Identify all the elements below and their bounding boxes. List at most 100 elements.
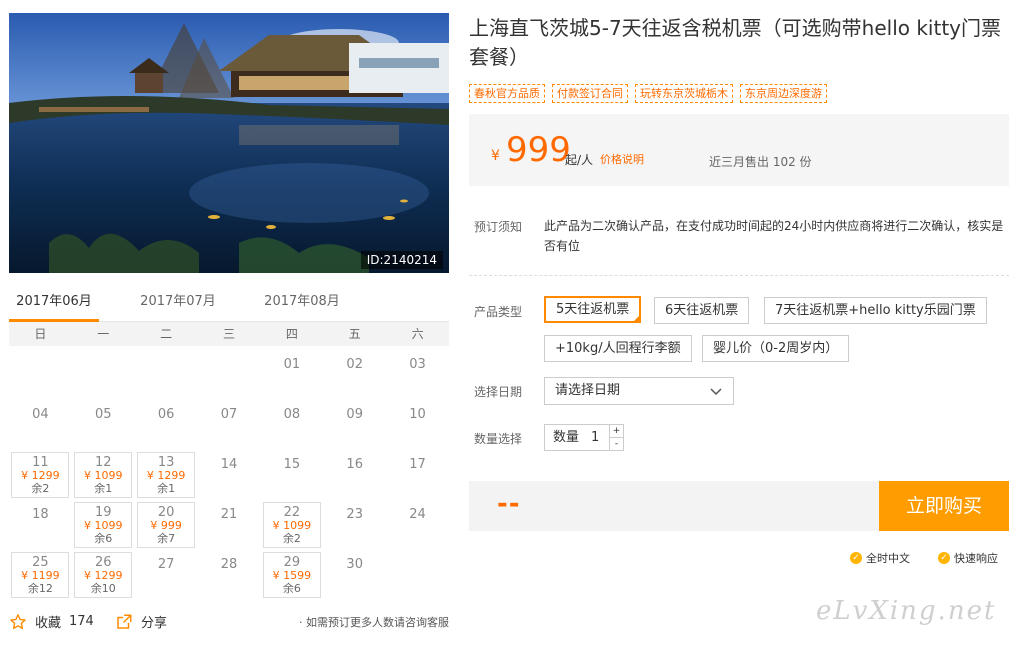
calendar-day-available[interactable]: 11 ¥ 1299 余2 bbox=[11, 452, 70, 498]
day-number: 06 bbox=[157, 407, 175, 422]
quantity-stepper[interactable]: 数量 1 + - bbox=[544, 424, 624, 451]
day-number: 25 bbox=[32, 555, 49, 570]
day-number: 21 bbox=[220, 507, 238, 522]
day-number: 09 bbox=[346, 407, 363, 422]
calendar-day: 15 bbox=[261, 450, 323, 500]
check-icon: ✓ bbox=[850, 552, 862, 564]
weekday-header: 日 一 二 三 四 五 六 bbox=[9, 322, 449, 346]
day-number: 05 bbox=[95, 407, 112, 422]
calendar-day-available[interactable]: 26 ¥ 1299 余10 bbox=[74, 552, 133, 598]
quantity-value[interactable]: 1 bbox=[591, 425, 599, 450]
option-6day[interactable]: 6天往返机票 bbox=[654, 297, 750, 324]
day-remaining: 余6 bbox=[94, 532, 113, 545]
product-title: 上海直飞茨城5-7天往返含税机票（可选购带hello kitty门票套餐） bbox=[469, 16, 1002, 69]
buy-now-button[interactable]: 立即购买 bbox=[879, 481, 1009, 531]
option-5day[interactable]: 5天往返机票 bbox=[544, 296, 642, 323]
price-explain-link[interactable]: 价格说明 bbox=[600, 151, 644, 167]
day-price: ¥ 1099 bbox=[272, 519, 312, 532]
quantity-label: 数量选择 bbox=[474, 432, 523, 446]
calendar-day-available[interactable]: 19 ¥ 1099 余6 bbox=[74, 502, 133, 548]
option-7day-kitty[interactable]: 7天往返机票+hello kitty乐园门票 bbox=[764, 297, 987, 324]
weekday-tue: 二 bbox=[160, 327, 173, 341]
day-number: 20 bbox=[157, 505, 175, 520]
calendar-day: 04 bbox=[9, 400, 71, 450]
day-remaining: 余2 bbox=[31, 482, 50, 495]
service-label: 快速响应 bbox=[954, 552, 998, 565]
quantity-increment-button[interactable]: + bbox=[609, 425, 623, 438]
day-number: 04 bbox=[32, 407, 49, 422]
day-number: 08 bbox=[283, 407, 301, 422]
weekday-mon: 一 bbox=[97, 327, 110, 341]
date-label: 选择日期 bbox=[474, 385, 523, 399]
day-remaining: 余12 bbox=[27, 582, 53, 595]
day-remaining: 余1 bbox=[94, 482, 113, 495]
contact-service-link[interactable]: · 如需预订更多人数请咨询客服 bbox=[299, 614, 449, 630]
day-number: 16 bbox=[346, 457, 363, 472]
price-value: 999 bbox=[506, 130, 571, 170]
tab-month-07[interactable]: 2017年07月 bbox=[133, 288, 223, 322]
calendar-day: 27 bbox=[135, 550, 197, 600]
weekday-sun: 日 bbox=[34, 327, 47, 341]
calendar-day-available[interactable]: 20 ¥ 999 余7 bbox=[137, 502, 196, 548]
calendar-day-available[interactable]: 25 ¥ 1199 余12 bbox=[11, 552, 70, 598]
day-number: 28 bbox=[220, 557, 238, 572]
calendar-day: 09 bbox=[324, 400, 386, 450]
price-panel: ¥ 999 起/人 价格说明 近三月售出 102 份 bbox=[469, 114, 1009, 186]
day-number: 15 bbox=[283, 457, 301, 472]
day-number: 07 bbox=[220, 407, 238, 422]
product-type-label: 产品类型 bbox=[474, 305, 523, 319]
action-bar: 收藏 174 分享 · 如需预订更多人数请咨询客服 bbox=[9, 608, 449, 636]
calendar-day: 16 bbox=[324, 450, 386, 500]
tab-month-06[interactable]: 2017年06月 bbox=[9, 288, 99, 322]
day-price: ¥ 1099 bbox=[84, 469, 123, 482]
calendar-day-available[interactable]: 13 ¥ 1299 余1 bbox=[137, 452, 196, 498]
day-number: 30 bbox=[346, 557, 363, 572]
favorite-button[interactable]: 收藏 174 bbox=[9, 612, 94, 631]
day-number: 24 bbox=[409, 507, 426, 522]
calendar-day: 06 bbox=[135, 400, 197, 450]
weekday-thu: 四 bbox=[285, 327, 298, 341]
calendar-day-available[interactable]: 22 ¥ 1099 余2 bbox=[262, 502, 321, 548]
calendar-grid: 01 02 03 04 05 06 07 08 09 10 11 ¥ 1299 余2 12 ¥ 1099 余1… bbox=[9, 346, 449, 624]
option-infant[interactable]: 婴儿价（0-2周岁内） bbox=[702, 335, 850, 362]
share-button[interactable]: 分享 bbox=[115, 612, 167, 631]
day-number: 13 bbox=[157, 455, 175, 470]
favorite-label: 收藏 bbox=[35, 616, 62, 631]
share-label: 分享 bbox=[141, 616, 168, 631]
option-extra-luggage[interactable]: +10kg/人回程行李额 bbox=[544, 335, 692, 362]
calendar-day: 21 bbox=[198, 500, 260, 550]
day-number: 01 bbox=[283, 357, 301, 372]
tag: 玩转东京茨城栃木 bbox=[635, 84, 733, 103]
sold-count: 近三月售出 102 份 bbox=[709, 155, 812, 169]
month-tabs: 2017年06月 2017年07月 2017年08月 bbox=[9, 288, 449, 322]
tab-month-08[interactable]: 2017年08月 bbox=[257, 288, 347, 322]
price-unit: 起/人 bbox=[565, 153, 594, 167]
watermark: eLvXing.net bbox=[816, 596, 997, 626]
notice-label: 预订须知 bbox=[474, 220, 523, 234]
service-label: 全时中文 bbox=[866, 552, 910, 565]
date-select[interactable]: 请选择日期 bbox=[544, 377, 734, 405]
quantity-decrement-button[interactable]: - bbox=[609, 438, 623, 451]
day-number: 02 bbox=[346, 357, 363, 372]
day-price: ¥ 1299 bbox=[84, 569, 123, 582]
calendar-day-available[interactable]: 29 ¥ 1599 余6 bbox=[262, 552, 321, 598]
calendar-day: 24 bbox=[387, 500, 449, 550]
day-number: 29 bbox=[283, 555, 301, 570]
tag: 付款签订合同 bbox=[552, 84, 628, 103]
day-number: 14 bbox=[220, 457, 238, 472]
day-remaining: 余1 bbox=[157, 482, 176, 495]
quantity-field-label: 数量 bbox=[553, 430, 580, 445]
calendar-day: 23 bbox=[324, 500, 386, 550]
divider bbox=[469, 275, 1009, 276]
share-icon bbox=[117, 614, 132, 629]
calendar-day-available[interactable]: 12 ¥ 1099 余1 bbox=[74, 452, 133, 498]
calendar-day: 01 bbox=[261, 350, 323, 400]
check-icon: ✓ bbox=[938, 552, 950, 564]
day-remaining: 余6 bbox=[282, 582, 301, 595]
day-number: 22 bbox=[283, 505, 301, 520]
calendar-day: 05 bbox=[72, 400, 134, 450]
day-number: 23 bbox=[346, 507, 363, 522]
calendar-day: 30 bbox=[324, 550, 386, 600]
chevron-down-icon bbox=[710, 388, 722, 396]
tag: 春秋官方品质 bbox=[469, 84, 545, 103]
